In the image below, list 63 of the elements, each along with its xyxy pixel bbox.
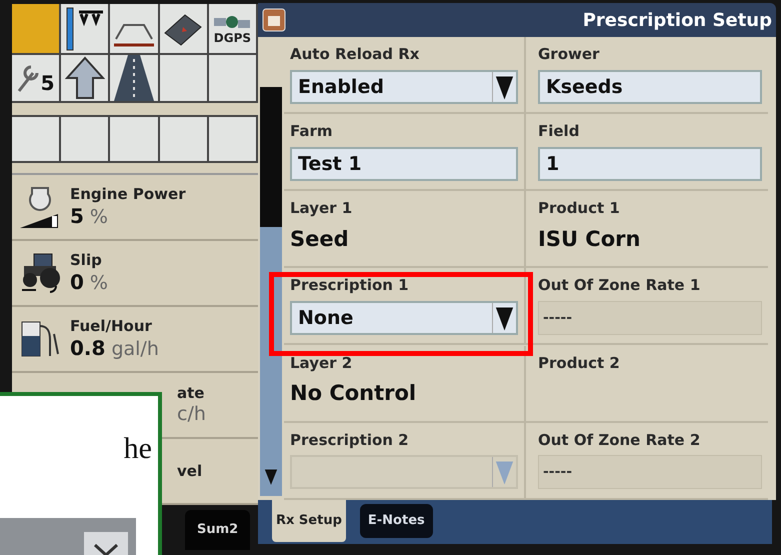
field-label: Field bbox=[538, 121, 580, 142]
gps-label: DGPS bbox=[214, 32, 252, 44]
field-label: Out Of Zone Rate 2 bbox=[538, 430, 702, 451]
readonly-field: ----- bbox=[538, 300, 762, 335]
readonly-field: ----- bbox=[538, 455, 762, 490]
field-label: Prescription 1 bbox=[290, 275, 410, 296]
tab[interactable]: Sum2 bbox=[185, 510, 250, 550]
readout-unit: % bbox=[90, 206, 108, 230]
status-tile[interactable] bbox=[61, 4, 110, 53]
field-value: ISU Corn bbox=[538, 226, 642, 253]
field-label: Prescription 2 bbox=[290, 430, 410, 451]
readout-label: Fuel/Hour bbox=[70, 316, 153, 336]
input-field[interactable]: Kseeds bbox=[538, 70, 762, 104]
field-value: Seed bbox=[290, 226, 350, 253]
field-label: Product 1 bbox=[538, 198, 621, 220]
status-tile[interactable]: 5 bbox=[12, 55, 62, 101]
input-field[interactable]: 1 bbox=[538, 146, 762, 181]
window-title: Prescription Setup bbox=[582, 8, 772, 32]
scroll-thumb[interactable] bbox=[260, 87, 282, 227]
readout-value: 0 bbox=[70, 270, 84, 294]
wrench-count: 5 bbox=[40, 73, 55, 93]
status-tile[interactable] bbox=[208, 55, 258, 101]
readout-value: 0.8 bbox=[70, 336, 106, 360]
chevron-down-icon bbox=[93, 543, 119, 555]
field-label: Out Of Zone Rate 1 bbox=[538, 275, 702, 296]
status-tile[interactable] bbox=[160, 117, 209, 161]
app-icon[interactable] bbox=[262, 8, 286, 32]
field-label: Product 2 bbox=[538, 352, 621, 374]
field-label: Layer 2 bbox=[290, 352, 354, 374]
readout-label: Engine Power bbox=[70, 184, 186, 204]
readout-unit: gal/h bbox=[111, 338, 159, 362]
status-tile[interactable] bbox=[160, 55, 209, 101]
dropdown-arrow-icon bbox=[492, 302, 516, 333]
wrench-icon[interactable] bbox=[16, 63, 41, 93]
readout-label: Slip bbox=[70, 250, 103, 270]
input-field[interactable]: Test 1 bbox=[290, 146, 518, 181]
status-tile[interactable] bbox=[61, 55, 110, 101]
readout-unit: c/h bbox=[177, 402, 206, 426]
field-label: Farm bbox=[290, 121, 334, 142]
status-tile[interactable] bbox=[12, 117, 62, 161]
scrollbar[interactable] bbox=[260, 87, 282, 496]
up-arrow-icon[interactable] bbox=[64, 56, 105, 100]
dropdown[interactable]: Enabled bbox=[290, 70, 518, 104]
overlay-text: he bbox=[124, 431, 153, 467]
readout-label: vel bbox=[177, 462, 202, 480]
tab[interactable]: Rx Setup bbox=[272, 500, 346, 542]
dropdown-arrow-icon bbox=[492, 457, 516, 488]
implement-icon[interactable] bbox=[64, 6, 105, 52]
field-label: Auto Reload Rx bbox=[290, 44, 420, 65]
readout-label: ate bbox=[177, 384, 206, 402]
status-tile[interactable] bbox=[208, 117, 258, 161]
field-value: No Control bbox=[290, 380, 418, 408]
dropdown[interactable]: None bbox=[290, 300, 518, 335]
tab[interactable]: E-Notes bbox=[360, 504, 433, 538]
field-label: Layer 1 bbox=[290, 198, 354, 220]
readout-unit: % bbox=[90, 272, 108, 296]
readout-value: 5 bbox=[70, 204, 84, 228]
dropdown-arrow-icon bbox=[492, 72, 516, 102]
field-label: Grower bbox=[538, 44, 600, 65]
status-tile[interactable]: DGPS bbox=[208, 4, 258, 53]
status-tile[interactable] bbox=[110, 117, 160, 161]
status-tile[interactable] bbox=[12, 4, 62, 53]
status-tile[interactable] bbox=[61, 117, 110, 161]
